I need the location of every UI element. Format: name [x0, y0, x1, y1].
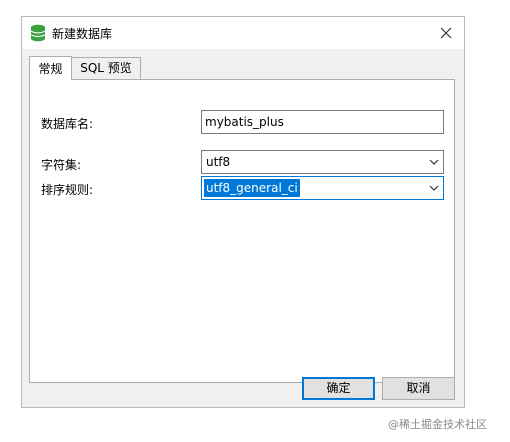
cancel-button[interactable]: 取消 [382, 377, 455, 400]
charset-label: 字符集: [41, 158, 82, 172]
db-name-label: 数据库名: [41, 117, 94, 131]
collation-select[interactable]: utf8_general_ci [201, 176, 444, 200]
close-button[interactable] [434, 21, 458, 45]
general-panel: 数据库名: mybatis_plus 字符集: utf8 排序规则: utf8_… [29, 79, 455, 383]
tab-general[interactable]: 常规 [29, 56, 72, 80]
database-icon [30, 24, 46, 42]
charset-value: utf8 [206, 155, 231, 169]
chevron-down-icon[interactable] [429, 158, 439, 166]
tab-sql-preview[interactable]: SQL 预览 [71, 57, 141, 79]
dialog-title: 新建数据库 [52, 27, 113, 41]
new-database-dialog: 新建数据库 常规 SQL 预览 数据库名: mybatis_plus 字符集: … [21, 16, 465, 408]
collation-label: 排序规则: [41, 183, 94, 197]
title-bar: 新建数据库 [22, 17, 464, 49]
collation-value: utf8_general_ci [204, 179, 300, 197]
watermark: @稀土掘金技术社区 [388, 418, 487, 431]
charset-select[interactable]: utf8 [201, 150, 444, 174]
close-icon [440, 27, 452, 39]
chevron-down-icon[interactable] [429, 184, 439, 192]
ok-button[interactable]: 确定 [302, 377, 375, 400]
db-name-input[interactable]: mybatis_plus [201, 110, 444, 134]
